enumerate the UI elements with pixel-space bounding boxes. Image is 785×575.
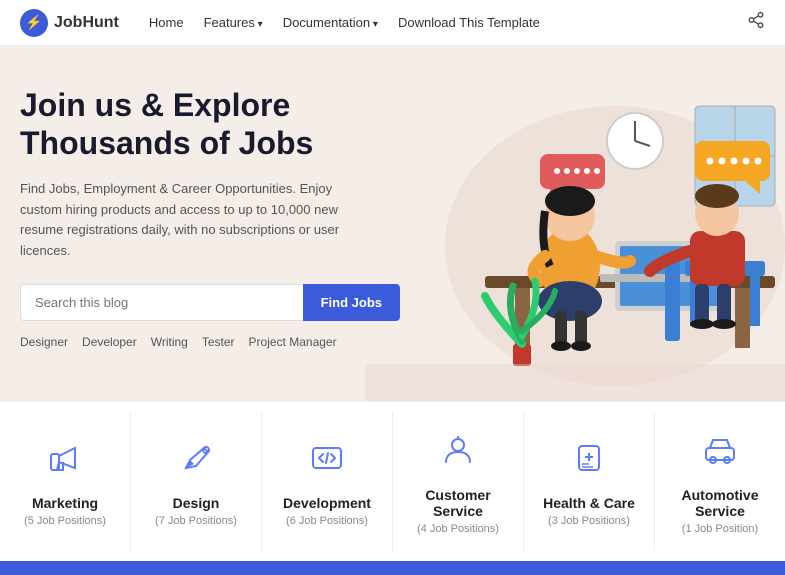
tag-developer[interactable]: Developer (82, 335, 137, 349)
nav-download[interactable]: Download This Template (398, 15, 540, 30)
category-development[interactable]: Development (6 Job Positions) (262, 412, 393, 551)
nav-documentation[interactable]: Documentation (283, 15, 378, 30)
category-automotive[interactable]: Automotive Service (1 Job Position) (655, 412, 785, 551)
category-marketing[interactable]: Marketing (5 Job Positions) (0, 412, 131, 551)
find-jobs-button[interactable]: Find Jobs (303, 284, 400, 321)
automotive-label: Automotive Service (665, 487, 775, 519)
design-label: Design (173, 495, 220, 511)
nav-home[interactable]: Home (149, 15, 184, 30)
nav-links: Home Features Documentation Download Thi… (149, 15, 747, 30)
marketing-label: Marketing (32, 495, 98, 511)
hero-content: Join us & Explore Thousands of Jobs Find… (20, 86, 400, 349)
development-icon (309, 440, 345, 483)
hero-title: Join us & Explore Thousands of Jobs (20, 86, 400, 163)
automotive-positions: (1 Job Position) (682, 523, 758, 535)
customer-service-label: Customer Service (403, 487, 513, 519)
hero-description: Find Jobs, Employment & Career Opportuni… (20, 179, 350, 262)
health-care-label: Health & Care (543, 495, 635, 511)
design-positions: (7 Job Positions) (155, 515, 237, 527)
design-icon (178, 440, 214, 483)
search-bar: Find Jobs (20, 284, 400, 321)
logo[interactable]: ⚡ JobHunt (20, 9, 119, 37)
navbar: ⚡ JobHunt Home Features Documentation Do… (0, 0, 785, 46)
health-care-positions: (3 Job Positions) (548, 515, 630, 527)
category-health-care[interactable]: Health & Care (3 Job Positions) (524, 412, 655, 551)
marketing-positions: (5 Job Positions) (24, 515, 106, 527)
search-tags: Designer Developer Writing Tester Projec… (20, 335, 400, 349)
categories-section: Marketing (5 Job Positions) Design (7 Jo… (0, 401, 785, 561)
share-icon[interactable] (747, 11, 765, 34)
tag-writing[interactable]: Writing (151, 335, 188, 349)
category-customer-service[interactable]: Customer Service (4 Job Positions) (393, 412, 524, 551)
customer-service-positions: (4 Job Positions) (417, 523, 499, 535)
search-input[interactable] (20, 284, 303, 321)
category-design[interactable]: Design (7 Job Positions) (131, 412, 262, 551)
marketing-icon (47, 440, 83, 483)
hero-section: Join us & Explore Thousands of Jobs Find… (0, 46, 785, 401)
development-label: Development (283, 495, 371, 511)
tag-project-manager[interactable]: Project Manager (249, 335, 337, 349)
nav-features[interactable]: Features (204, 15, 263, 30)
tag-designer[interactable]: Designer (20, 335, 68, 349)
development-positions: (6 Job Positions) (286, 515, 368, 527)
customer-service-icon (440, 432, 476, 475)
health-care-icon (571, 440, 607, 483)
logo-icon: ⚡ (20, 9, 48, 37)
bottom-bar (0, 561, 785, 575)
automotive-icon (702, 432, 738, 475)
logo-text: JobHunt (54, 14, 119, 32)
tag-tester[interactable]: Tester (202, 335, 235, 349)
hero-illustration (365, 46, 785, 401)
